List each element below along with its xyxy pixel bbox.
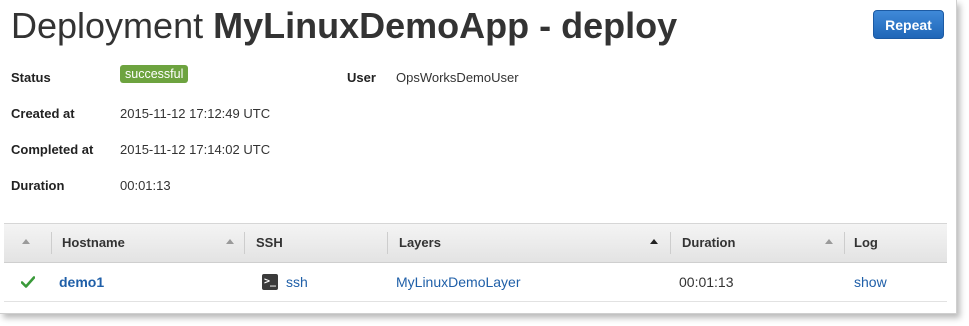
created-at-value: 2015-11-12 17:12:49 UTC bbox=[120, 106, 271, 121]
terminal-icon[interactable]: >_ bbox=[262, 274, 278, 290]
status-label: Status bbox=[11, 70, 51, 85]
table-row: demo1 >_ ssh MyLinuxDemoLayer 00:01:13 s… bbox=[4, 263, 947, 302]
column-layers[interactable]: Layers bbox=[399, 224, 441, 262]
sort-duration-icon[interactable] bbox=[825, 239, 833, 244]
status-badge: successful bbox=[120, 65, 189, 83]
title-prefix: Deployment bbox=[11, 5, 204, 46]
column-divider bbox=[670, 232, 671, 254]
duration-value: 00:01:13 bbox=[120, 178, 171, 193]
user-value: OpsWorksDemoUser bbox=[396, 70, 519, 85]
duration-label: Duration bbox=[11, 178, 65, 193]
completed-at-label: Completed at bbox=[11, 142, 94, 157]
layer-link[interactable]: MyLinuxDemoLayer bbox=[396, 263, 521, 301]
column-duration[interactable]: Duration bbox=[682, 224, 735, 262]
row-duration: 00:01:13 bbox=[679, 274, 734, 290]
sort-layers-icon[interactable] bbox=[650, 239, 658, 244]
column-divider bbox=[387, 232, 388, 254]
column-log[interactable]: Log bbox=[854, 224, 878, 262]
user-label: User bbox=[347, 70, 376, 85]
sort-status-icon[interactable] bbox=[22, 239, 30, 244]
completed-at-value: 2015-11-12 17:14:02 UTC bbox=[120, 142, 271, 157]
repeat-button[interactable]: Repeat bbox=[873, 10, 944, 39]
check-icon bbox=[21, 276, 35, 288]
column-ssh[interactable]: SSH bbox=[256, 224, 283, 262]
sort-hostname-icon[interactable] bbox=[226, 239, 234, 244]
instances-table-header: Hostname SSH Layers Duration Log bbox=[4, 223, 947, 263]
ssh-link[interactable]: ssh bbox=[286, 263, 308, 301]
column-hostname[interactable]: Hostname bbox=[62, 224, 125, 262]
log-show-link[interactable]: show bbox=[854, 263, 887, 301]
title-app-name: MyLinuxDemoApp - deploy bbox=[213, 5, 678, 46]
deployment-panel: Deployment MyLinuxDemoApp - deploy Repea… bbox=[0, 0, 957, 314]
page-title: Deployment MyLinuxDemoApp - deploy bbox=[11, 4, 677, 48]
column-divider bbox=[244, 232, 245, 254]
column-divider bbox=[51, 232, 52, 254]
hostname-link[interactable]: demo1 bbox=[59, 263, 104, 301]
column-divider bbox=[844, 232, 845, 254]
created-at-label: Created at bbox=[11, 106, 75, 121]
